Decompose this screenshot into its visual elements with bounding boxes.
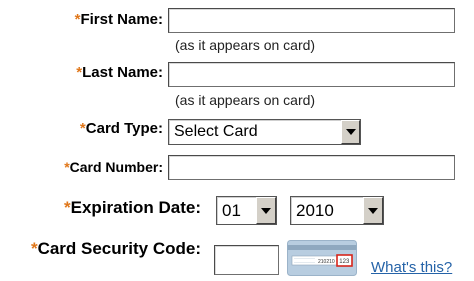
whats-this-link[interactable]: What's this? <box>371 259 452 276</box>
chevron-down-icon[interactable] <box>256 197 276 224</box>
expiration-year-value: 2010 <box>296 200 334 220</box>
card-sample-cvv: 123 <box>339 259 350 265</box>
required-marker: * <box>30 239 38 258</box>
first-name-label-text: First Name: <box>80 11 163 28</box>
card-type-select[interactable]: Select Card <box>168 119 361 145</box>
first-name-label: *First Name: <box>75 11 163 28</box>
card-number-label-text: Card Number: <box>69 159 163 175</box>
first-name-input[interactable] <box>168 8 455 33</box>
expiration-date-label-text: Expiration Date: <box>70 198 201 217</box>
last-name-label: *Last Name: <box>76 64 163 81</box>
card-number-label: *Card Number: <box>64 159 163 175</box>
first-name-hint: (as it appears on card) <box>175 37 316 53</box>
card-type-label-text: Card Type: <box>85 120 163 137</box>
credit-card-back-icon: 210210 123 <box>287 240 357 276</box>
last-name-hint: (as it appears on card) <box>175 92 316 108</box>
last-name-label-text: Last Name: <box>82 64 163 81</box>
card-type-label: *Card Type: <box>80 120 163 137</box>
chevron-down-icon[interactable] <box>363 197 383 224</box>
last-name-input[interactable] <box>168 62 455 87</box>
security-code-label: *Card Security Code: <box>31 239 201 259</box>
card-number-input[interactable] <box>168 155 455 180</box>
card-sample-number: 210210 <box>318 259 335 265</box>
chevron-down-icon[interactable] <box>341 120 360 144</box>
card-type-selected: Select Card <box>174 123 258 140</box>
security-code-label-text: Card Security Code: <box>37 239 201 258</box>
required-marker: * <box>64 198 71 217</box>
security-code-input[interactable] <box>214 245 279 275</box>
expiration-month-select[interactable]: 01 <box>216 196 277 225</box>
expiration-month-value: 01 <box>222 200 241 220</box>
expiration-date-label: *Expiration Date: <box>64 198 201 218</box>
card-security-code-image: 210210 123 <box>287 240 357 276</box>
expiration-year-select[interactable]: 2010 <box>290 196 384 225</box>
